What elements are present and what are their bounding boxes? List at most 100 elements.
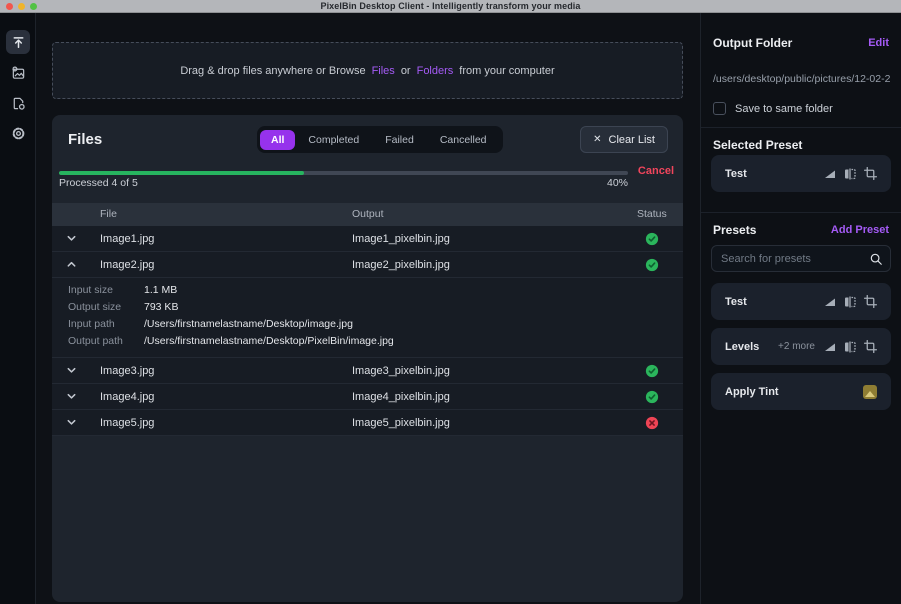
output-name: Image5_pixelbin.jpg <box>352 417 450 429</box>
column-header-output: Output <box>352 208 384 220</box>
selected-preset-card[interactable]: Test <box>711 155 891 192</box>
sidebar-item-image-presets[interactable] <box>6 61 30 85</box>
progress-bar-fill <box>59 171 304 175</box>
output-name: Image2_pixelbin.jpg <box>352 259 450 271</box>
output-name: Image1_pixelbin.jpg <box>352 233 450 245</box>
browse-folders-link[interactable]: Folders <box>417 65 454 77</box>
check-circle-icon <box>645 364 659 378</box>
progress-bar <box>59 171 628 175</box>
sidebar-item-settings[interactable] <box>6 121 30 145</box>
pixelbin-app-window: PixelBin Desktop Client - Intelligently … <box>0 0 901 604</box>
edit-output-folder-link[interactable]: Edit <box>868 37 889 49</box>
dropzone[interactable]: Drag & drop files anywhere or Browse Fil… <box>52 42 683 99</box>
table-row[interactable]: Image2.jpg Image2_pixelbin.jpg <box>52 252 683 278</box>
selected-preset-title: Selected Preset <box>713 138 802 152</box>
compare-icon <box>844 296 856 308</box>
browse-files-link[interactable]: Files <box>372 65 395 77</box>
presets-header: Presets Add Preset <box>713 223 889 237</box>
file-gear-icon <box>11 96 26 111</box>
detail-label: Input path <box>68 318 115 330</box>
preset-name: Test <box>725 168 747 180</box>
files-panel: Files All Completed Failed Cancelled ✕ C… <box>52 115 683 602</box>
compare-icon <box>844 341 856 353</box>
preset-transform-icons: +2 more <box>778 340 877 353</box>
chevron-down-icon[interactable] <box>66 365 77 376</box>
more-transforms-label: +2 more <box>778 341 815 352</box>
window-close-button[interactable] <box>6 3 13 10</box>
column-header-file: File <box>100 208 117 220</box>
chevron-down-icon[interactable] <box>66 417 77 428</box>
preset-transform-icons <box>824 167 877 180</box>
search-icon <box>869 252 883 266</box>
output-name: Image3_pixelbin.jpg <box>352 365 450 377</box>
detail-value: /Users/firstnamelastname/Desktop/image.j… <box>144 318 353 330</box>
cancel-processing-link[interactable]: Cancel <box>638 165 674 177</box>
preset-card-test[interactable]: Test <box>711 283 891 320</box>
image-gear-icon <box>11 66 26 81</box>
detail-value: 1.1 MB <box>144 284 177 296</box>
tab-failed[interactable]: Failed <box>372 130 427 150</box>
tab-completed[interactable]: Completed <box>295 130 372 150</box>
window-minimize-button[interactable] <box>18 3 25 10</box>
table-row[interactable]: Image4.jpg Image4_pixelbin.jpg <box>52 384 683 410</box>
crop-icon <box>864 295 877 308</box>
save-same-folder-label: Save to same folder <box>735 103 833 115</box>
close-icon: ✕ <box>593 134 601 145</box>
selected-preset-header: Selected Preset <box>713 138 889 152</box>
dropzone-text: Drag & drop files anywhere or Browse <box>180 65 365 77</box>
file-name: Image5.jpg <box>100 417 154 429</box>
sidebar <box>0 13 36 604</box>
table-header: File Output Status <box>52 203 683 226</box>
section-divider <box>701 212 901 213</box>
gear-icon <box>11 126 26 141</box>
check-circle-icon <box>645 390 659 404</box>
titlebar: PixelBin Desktop Client - Intelligently … <box>0 0 901 13</box>
preset-search <box>711 245 891 272</box>
chevron-down-icon[interactable] <box>66 233 77 244</box>
triangle-icon <box>824 168 836 180</box>
section-divider <box>701 127 901 128</box>
triangle-icon <box>824 296 836 308</box>
progress-labels: Processed 4 of 5 40% <box>59 177 628 189</box>
table-row[interactable]: Image1.jpg Image1_pixelbin.jpg <box>52 226 683 252</box>
output-folder-header: Output Folder Edit <box>713 36 889 50</box>
clear-list-label: Clear List <box>609 134 655 146</box>
triangle-icon <box>824 341 836 353</box>
right-panel: Output Folder Edit /users/desktop/public… <box>700 13 901 604</box>
detail-value: /Users/firstnamelastname/Desktop/PixelBi… <box>144 335 394 347</box>
detail-label: Input size <box>68 284 113 296</box>
tab-cancelled[interactable]: Cancelled <box>427 130 500 150</box>
chevron-up-icon[interactable] <box>66 259 77 270</box>
detail-label: Output path <box>68 335 123 347</box>
preset-search-input[interactable] <box>721 253 863 265</box>
window-zoom-button[interactable] <box>30 3 37 10</box>
table-row[interactable]: Image3.jpg Image3_pixelbin.jpg <box>52 358 683 384</box>
preset-card-levels[interactable]: Levels +2 more <box>711 328 891 365</box>
sidebar-item-upload[interactable] <box>6 30 30 54</box>
detail-value: 793 KB <box>144 301 178 313</box>
crop-icon <box>864 340 877 353</box>
filter-tabs: All Completed Failed Cancelled <box>257 126 503 153</box>
file-name: Image2.jpg <box>100 259 154 271</box>
crop-icon <box>864 167 877 180</box>
files-panel-title: Files <box>68 131 102 148</box>
save-same-folder-checkbox[interactable] <box>713 102 726 115</box>
sidebar-item-file-settings[interactable] <box>6 91 30 115</box>
preset-transform-icons <box>824 295 877 308</box>
check-circle-icon <box>645 258 659 272</box>
x-circle-icon <box>645 416 659 430</box>
processed-count-label: Processed 4 of 5 <box>59 177 138 189</box>
compare-icon <box>844 168 856 180</box>
tab-all[interactable]: All <box>260 130 295 150</box>
tint-swatch-icon <box>863 385 877 399</box>
preset-name: Test <box>725 296 747 308</box>
preset-card-apply-tint[interactable]: Apply Tint <box>711 373 891 410</box>
save-same-folder-row: Save to same folder <box>713 102 833 115</box>
file-name: Image3.jpg <box>100 365 154 377</box>
chevron-down-icon[interactable] <box>66 391 77 402</box>
files-table: File Output Status Image1.jpg Image1_pix… <box>52 203 683 436</box>
progress-percent-label: 40% <box>607 177 628 189</box>
table-row[interactable]: Image5.jpg Image5_pixelbin.jpg <box>52 410 683 436</box>
add-preset-link[interactable]: Add Preset <box>831 224 889 236</box>
clear-list-button[interactable]: ✕ Clear List <box>580 126 668 153</box>
